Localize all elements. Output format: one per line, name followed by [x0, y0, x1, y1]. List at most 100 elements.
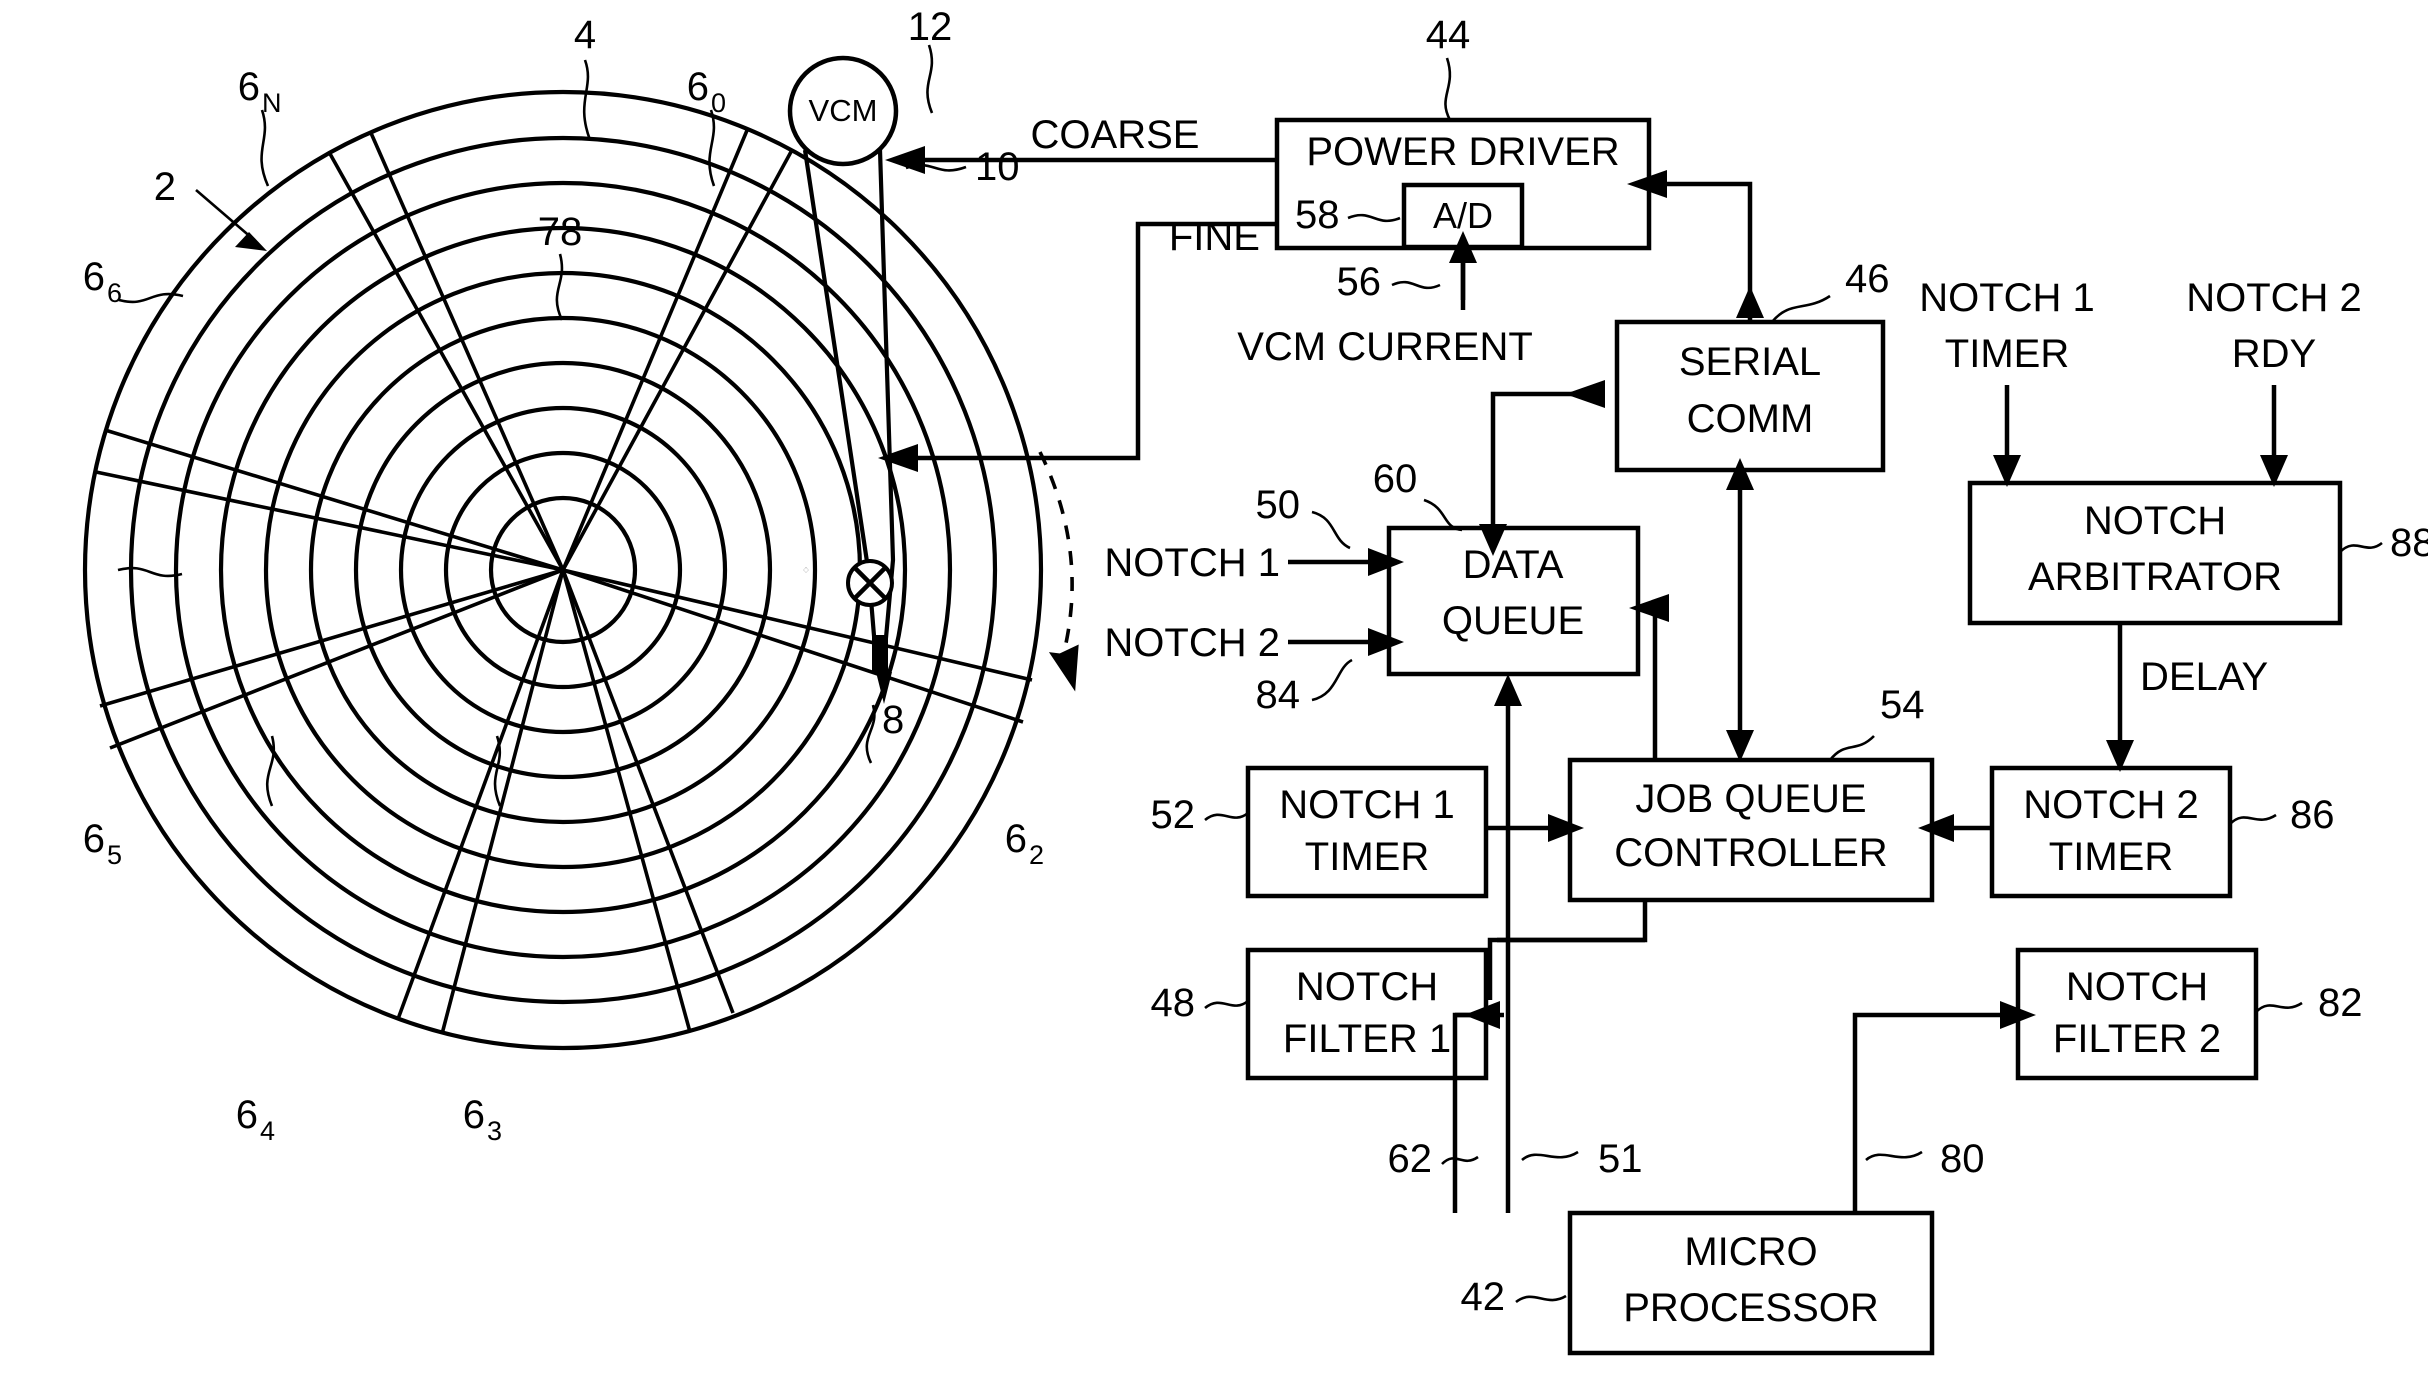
- servo-wedge-66: [95, 428, 564, 572]
- wedge-base-62: 6: [1005, 817, 1027, 861]
- notch2-timer-label-2: TIMER: [2049, 835, 2173, 879]
- ref-label-84: 84: [1256, 673, 1301, 717]
- notch1-input-label: NOTCH 1: [1104, 541, 1280, 585]
- block-data-queue[interactable]: DATA QUEUE 60: [1373, 457, 1641, 677]
- rotation-direction-arrow: [1038, 451, 1079, 692]
- disk-platter-group: VCM 2 4 8 10 12 78 6 N 6 0 6 2 6 3 6 4 6…: [83, 5, 1079, 1146]
- notch-filter1-label-1: NOTCH: [1296, 965, 1438, 1009]
- ref-label-head: 8: [882, 698, 904, 742]
- wedge-label-63: 6 3: [463, 1093, 502, 1146]
- block-job-queue-controller[interactable]: JOB QUEUE CONTROLLER 54: [1567, 683, 1935, 903]
- block-notch-2-timer[interactable]: NOTCH 2 TIMER 86: [1989, 765, 2335, 899]
- ref-label-arm: 10: [975, 145, 1020, 189]
- ref-label-58: 58: [1295, 193, 1340, 237]
- job-queue-label-2: CONTROLLER: [1614, 831, 1887, 875]
- wedge-base-66: 6: [83, 255, 105, 299]
- signal-fine: FINE: [878, 215, 1277, 472]
- ref-label-60: 60: [1373, 457, 1418, 501]
- bus-ref-labels: 62 51 80: [1388, 1137, 1985, 1181]
- ref-label-42: 42: [1461, 1275, 1506, 1319]
- ref-label-disk: 2: [154, 165, 176, 209]
- block-power-driver[interactable]: POWER DRIVER 58 A/D 44: [1274, 13, 1652, 251]
- notch2-rdy-input-l1: NOTCH 2: [2186, 276, 2362, 320]
- notch-arbitrator-label-2: ARBITRATOR: [2028, 555, 2282, 599]
- wedge-label-64: 6 4: [236, 1093, 275, 1146]
- ref-label-44: 44: [1426, 13, 1471, 57]
- wedge-label-66: 6 6: [83, 255, 122, 308]
- ref-label-50: 50: [1256, 483, 1301, 527]
- link-notch2timer-jobqueue: [1918, 814, 1992, 842]
- ref-label-56: 56: [1337, 260, 1382, 304]
- notch-arbitrator-label-1: NOTCH: [2084, 499, 2226, 543]
- signal-notch1-timer-input: NOTCH 1 TIMER: [1919, 276, 2095, 487]
- notch-filter2-label-2: FILTER 2: [2053, 1017, 2221, 1061]
- delay-label: DELAY: [2140, 655, 2268, 699]
- ref-label-48: 48: [1151, 981, 1196, 1025]
- block-notch-1-timer[interactable]: NOTCH 1 TIMER 52: [1151, 765, 1489, 899]
- servo-wedge-65: [99, 568, 564, 750]
- link-jobqueue-dataqueue: [1629, 594, 1669, 760]
- wedge-base-64: 6: [236, 1093, 258, 1137]
- block-serial-comm[interactable]: SERIAL COMM 46: [1614, 257, 1890, 473]
- wedge-sub-66: 6: [107, 278, 122, 308]
- vcm-label: VCM: [809, 93, 878, 128]
- ref-label-86: 86: [2290, 793, 2335, 837]
- notch2-timer-label-1: NOTCH 2: [2023, 783, 2199, 827]
- serial-comm-label-2: COMM: [1687, 397, 1814, 441]
- notch2-input-label: NOTCH 2: [1104, 621, 1280, 665]
- ref-label-62: 62: [1388, 1137, 1433, 1181]
- wedge-base-6N: 6: [238, 65, 260, 109]
- micro-processor-label-1: MICRO: [1684, 1230, 1817, 1274]
- figure-canvas: VCM 2 4 8 10 12 78 6 N 6 0 6 2 6 3 6 4 6…: [83, 5, 2428, 1356]
- ref-label-46: 46: [1845, 257, 1890, 301]
- link-jobqueue-notchfilter1: [1487, 900, 1648, 1000]
- ref-label-vcm: 12: [908, 5, 953, 49]
- wedge-base-65: 6: [83, 817, 105, 861]
- notch1-timer-label-2: TIMER: [1305, 835, 1429, 879]
- coarse-label: COARSE: [1031, 113, 1200, 157]
- signal-vcm-current: VCM CURRENT 56: [1237, 231, 1533, 369]
- wedge-sub-6N: N: [262, 88, 282, 118]
- servo-wedge-62: [562, 568, 1033, 724]
- micro-processor-label-2: PROCESSOR: [1623, 1286, 1879, 1330]
- patent-figure: VCM 2 4 8 10 12 78 6 N 6 0 6 2 6 3 6 4 6…: [0, 0, 2428, 1398]
- ref-label-80: 80: [1940, 1137, 1985, 1181]
- servo-wedge-64: [396, 569, 565, 1035]
- signal-notch1-input: NOTCH 1 50: [1104, 483, 1404, 585]
- wedge-base-63: 6: [463, 1093, 485, 1137]
- ref-label-51: 51: [1598, 1137, 1643, 1181]
- job-queue-label-1: JOB QUEUE: [1635, 777, 1866, 821]
- block-micro-processor[interactable]: MICRO PROCESSOR 42: [1461, 1210, 1935, 1356]
- link-serialcomm-jobqueue: [1726, 458, 1754, 762]
- ref-label-pivot: 78: [538, 210, 583, 254]
- wedge-sub-60: 0: [711, 88, 726, 118]
- notch-filter2-label-1: NOTCH: [2066, 965, 2208, 1009]
- notch1-timer-input-l2: TIMER: [1945, 332, 2069, 376]
- ad-label: A/D: [1433, 195, 1493, 236]
- wedge-label-6N: 6 N: [238, 65, 282, 118]
- wedge-label-65: 6 5: [83, 817, 122, 870]
- wedge-sub-64: 4: [260, 1116, 275, 1146]
- signal-notch2-rdy-input: NOTCH 2 RDY: [2186, 276, 2362, 487]
- block-notch-filter-2[interactable]: NOTCH FILTER 2 82: [2015, 947, 2363, 1081]
- signal-notch2-input: NOTCH 2 84: [1104, 621, 1404, 717]
- link-bus51-dataqueue: [1494, 674, 1522, 1213]
- block-notch-filter-1[interactable]: NOTCH FILTER 1 48: [1151, 947, 1489, 1081]
- data-queue-label-2: QUEUE: [1442, 599, 1584, 643]
- notch-filter1-label-2: FILTER 1: [1283, 1017, 1451, 1061]
- ref-label-88: 88: [2390, 521, 2428, 565]
- link-bus80-notchfilter2: [1852, 1001, 2036, 1213]
- pivot-icon: [846, 559, 894, 607]
- vcm-current-label: VCM CURRENT: [1237, 325, 1533, 369]
- link-bus62-notchfilter1: [1452, 1001, 1504, 1213]
- fine-label: FINE: [1169, 215, 1260, 259]
- notch1-timer-input-l1: NOTCH 1: [1919, 276, 2095, 320]
- power-driver-label: POWER DRIVER: [1306, 130, 1619, 174]
- wedge-base-60: 6: [687, 65, 709, 109]
- wedge-sub-65: 5: [107, 840, 122, 870]
- ref-label-82: 82: [2318, 981, 2363, 1025]
- wedge-sub-62: 2: [1029, 840, 1044, 870]
- block-notch-arbitrator[interactable]: NOTCH ARBITRATOR 88: [1967, 480, 2428, 626]
- wedge-sub-63: 3: [487, 1116, 502, 1146]
- ref-label-track: 4: [574, 13, 596, 57]
